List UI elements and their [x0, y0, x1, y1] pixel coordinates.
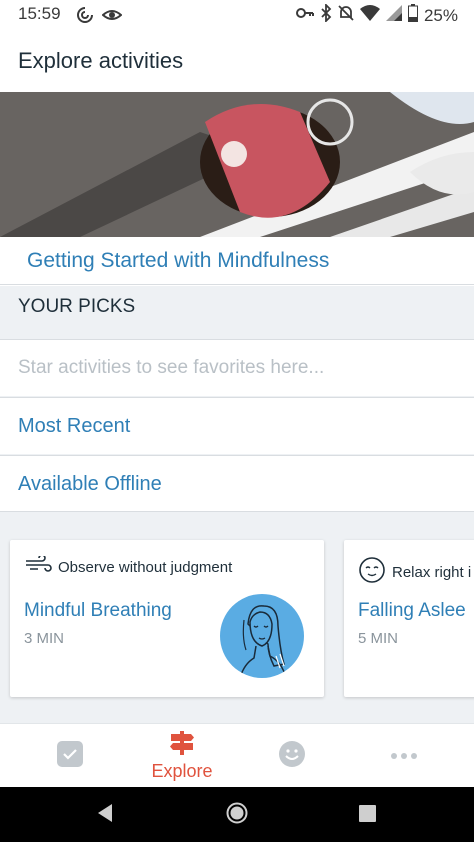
nav-mood-tab[interactable]	[272, 724, 312, 788]
signal-icon	[385, 5, 402, 26]
more-dots-icon	[390, 747, 418, 765]
system-nav-bar	[0, 787, 474, 842]
app-header: Explore activities	[0, 30, 474, 92]
featured-hero-image[interactable]	[0, 92, 474, 237]
recents-icon[interactable]	[359, 805, 376, 827]
home-icon[interactable]	[226, 802, 248, 829]
smiley-icon	[278, 740, 306, 773]
signpost-icon	[169, 730, 195, 760]
card-title: Falling Aslee	[358, 600, 466, 621]
battery-icon	[407, 4, 418, 27]
status-bar: 15:59 25%	[0, 0, 474, 30]
card-tag-label: Observe without judgment	[58, 558, 233, 576]
available-offline-label: Available Offline	[18, 473, 162, 495]
most-recent-row[interactable]: Most Recent	[0, 397, 474, 454]
checkbox-icon	[56, 740, 84, 773]
favorites-placeholder-row: Star activities to see favorites here...	[0, 339, 474, 396]
card-tag-label: Relax right i	[392, 563, 472, 581]
bluetooth-icon	[320, 2, 332, 27]
bottom-nav: Explore	[0, 723, 474, 787]
card-duration: 5 MIN	[358, 630, 399, 647]
meditating-woman-illustration	[220, 594, 304, 678]
available-offline-row[interactable]: Available Offline	[0, 455, 474, 512]
battery-percent: 25%	[423, 5, 458, 25]
sync-icon	[76, 6, 94, 29]
most-recent-label: Most Recent	[18, 415, 131, 437]
nav-more-tab[interactable]	[384, 724, 424, 788]
nav-explore-tab[interactable]: Explore	[140, 724, 224, 788]
favorites-placeholder-text: Star activities to see favorites here...	[18, 357, 325, 378]
featured-activity-link[interactable]: Getting Started with Mindfulness	[0, 237, 474, 285]
nav-progress-tab[interactable]	[50, 724, 90, 788]
eye-icon	[101, 6, 123, 29]
key-icon	[295, 6, 314, 25]
status-time: 15:59	[18, 4, 61, 23]
featured-activity-title: Getting Started with Mindfulness	[27, 249, 330, 272]
wind-icon	[24, 554, 52, 578]
your-picks-header: YOUR PICKS	[18, 296, 136, 317]
mute-icon	[338, 4, 354, 27]
activity-card[interactable]: Relax right i Falling Aslee 5 MIN	[344, 540, 474, 697]
page-title: Explore activities	[18, 48, 184, 73]
calm-face-icon	[358, 556, 386, 588]
card-duration: 3 MIN	[24, 630, 65, 647]
back-icon[interactable]	[96, 803, 114, 828]
activity-card[interactable]: Observe without judgment Mindful Breathi…	[10, 540, 324, 697]
wifi-icon	[359, 5, 380, 26]
card-title: Mindful Breathing	[24, 600, 172, 621]
nav-explore-label: Explore	[151, 760, 213, 781]
